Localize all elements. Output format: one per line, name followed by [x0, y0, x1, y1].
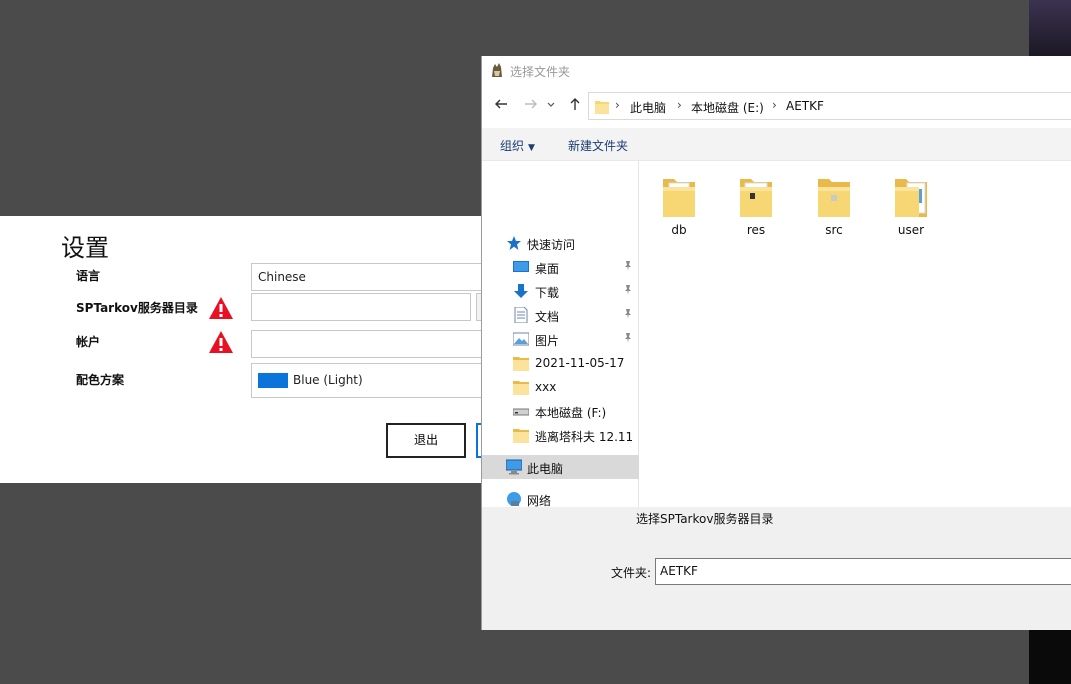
settings-title: 设置: [61, 234, 109, 262]
organize-label: 组织: [500, 139, 525, 153]
navigation-bar: › 此电脑 › 本地磁盘 (E:) › AETKF: [482, 90, 1071, 122]
arrow-up-icon: [570, 98, 580, 110]
nav-item[interactable]: 2021-11-05-17: [482, 351, 639, 375]
dialog-hint-text: 选择SPTarkov服务器目录: [636, 512, 774, 526]
nav-item-label: 图片: [535, 334, 560, 348]
folder-icon: [513, 379, 529, 395]
folder-field-label: 文件夹:: [611, 566, 652, 580]
breadcrumb-separator[interactable]: ›: [615, 98, 620, 112]
nav-item[interactable]: 图片: [482, 327, 639, 351]
nav-item-label: 快速访问: [527, 238, 576, 252]
app-icon: [492, 63, 502, 77]
color-scheme-value: Blue (Light): [293, 373, 363, 387]
navigation-pane: 快速访问桌面下载文档图片 2021-11-05-17 xxx 本地磁盘 (F:) 逃离塔…: [482, 161, 639, 508]
pin-icon[interactable]: [623, 308, 633, 320]
address-bar[interactable]: › 此电脑 › 本地磁盘 (E:) › AETKF: [588, 92, 1071, 120]
nav-item-label: 逃离塔科夫 12.11 A: [535, 430, 637, 444]
nav-item-label: 本地磁盘 (F:): [535, 406, 607, 420]
folder-name-input[interactable]: AETKF: [655, 558, 1071, 585]
settings-window: 设置 语言 Chinese SPTarkov服务器目录 帐户 配色方案 Blue…: [0, 216, 491, 483]
download-icon: [513, 283, 529, 299]
computer-icon: [505, 459, 523, 475]
color-swatch: [258, 373, 288, 388]
language-select[interactable]: Chinese: [251, 263, 491, 291]
up-button[interactable]: [565, 96, 585, 116]
nav-item-label: 此电脑: [527, 462, 564, 476]
account-warning-icon: [209, 331, 233, 353]
pictures-icon: [512, 331, 530, 347]
folder-content-area: db res src user: [640, 161, 1071, 507]
dialog-footer: 选择SPTarkov服务器目录 文件夹: AETKF: [482, 507, 1071, 630]
arrow-right-icon: [525, 99, 537, 109]
arrow-left-icon: [495, 99, 507, 109]
document-icon: [513, 306, 529, 324]
folder-name: db: [671, 223, 687, 237]
pin-icon[interactable]: [623, 284, 633, 296]
folder-name: res: [746, 223, 766, 237]
dialog-toolbar: 组织 ▼ 新建文件夹: [482, 128, 1071, 161]
account-label: 帐户: [76, 335, 101, 349]
chevron-down-icon: [547, 102, 555, 107]
recent-locations-button[interactable]: [544, 96, 558, 116]
folder-icon: [513, 355, 529, 371]
nav-item-label: 桌面: [535, 262, 560, 276]
new-folder-button[interactable]: 新建文件夹: [568, 137, 628, 154]
folder-item-user[interactable]: user: [879, 175, 943, 237]
forward-button[interactable]: [521, 96, 541, 116]
nav-item[interactable]: 下载: [482, 279, 639, 303]
exit-button[interactable]: 退出: [386, 423, 466, 458]
breadcrumb-separator[interactable]: ›: [677, 98, 682, 112]
breadcrumb-drive-e[interactable]: 本地磁盘 (E:): [691, 99, 764, 116]
nav-item[interactable]: xxx: [482, 375, 639, 399]
server-dir-warning-icon: [209, 297, 233, 319]
folder-icon: [895, 179, 927, 217]
color-scheme-select[interactable]: Blue (Light): [251, 363, 491, 398]
nav-item-label: 2021-11-05-17: [535, 356, 625, 370]
desktop-icon: [513, 259, 529, 275]
nav-item[interactable]: 桌面: [482, 255, 639, 279]
folder-icon: [595, 101, 609, 114]
nav-item[interactable]: 文档: [482, 303, 639, 327]
drive-icon: [512, 403, 530, 419]
folder-icon: [663, 179, 695, 217]
folder-item-src[interactable]: src: [802, 175, 866, 237]
pin-icon[interactable]: [623, 332, 633, 344]
caret-down-icon: ▼: [528, 143, 535, 153]
breadcrumb-aetkf[interactable]: AETKF: [786, 99, 824, 113]
nav-item-label: 文档: [535, 310, 560, 324]
nav-item[interactable]: 本地磁盘 (F:): [482, 399, 639, 423]
folder-icon: [740, 179, 772, 217]
server-dir-input[interactable]: [251, 293, 471, 321]
nav-item-label: 下载: [535, 286, 560, 300]
breadcrumb-separator[interactable]: ›: [772, 98, 777, 112]
folder-icon: [818, 179, 850, 217]
folder-item-res[interactable]: res: [724, 175, 788, 237]
breadcrumb-this-pc[interactable]: 此电脑: [630, 99, 666, 116]
network-icon: [506, 491, 522, 507]
organize-menu[interactable]: 组织 ▼: [500, 137, 535, 154]
folder-name: src: [825, 223, 843, 237]
dialog-title: 选择文件夹: [510, 65, 571, 79]
nav-item-label: xxx: [535, 380, 557, 394]
select-folder-dialog: 选择文件夹 › 此电脑 › 本地磁盘 (E:) › AETKF 组织 ▼ 新建文…: [481, 56, 1071, 630]
nav-item[interactable]: 快速访问: [482, 231, 639, 255]
folder-item-db[interactable]: db: [647, 175, 711, 237]
folder-name: user: [897, 223, 925, 237]
nav-item[interactable]: 此电脑: [482, 455, 639, 479]
pin-icon[interactable]: [623, 260, 633, 272]
language-label: 语言: [76, 269, 101, 283]
dialog-titlebar: 选择文件夹: [482, 56, 1071, 86]
back-button[interactable]: [491, 96, 511, 116]
star-icon: [506, 235, 522, 251]
account-select[interactable]: [251, 330, 491, 358]
color-scheme-label: 配色方案: [76, 373, 125, 387]
folder-icon: [513, 427, 529, 443]
server-dir-label: SPTarkov服务器目录: [76, 301, 198, 315]
nav-item[interactable]: 逃离塔科夫 12.11 A: [482, 423, 639, 447]
